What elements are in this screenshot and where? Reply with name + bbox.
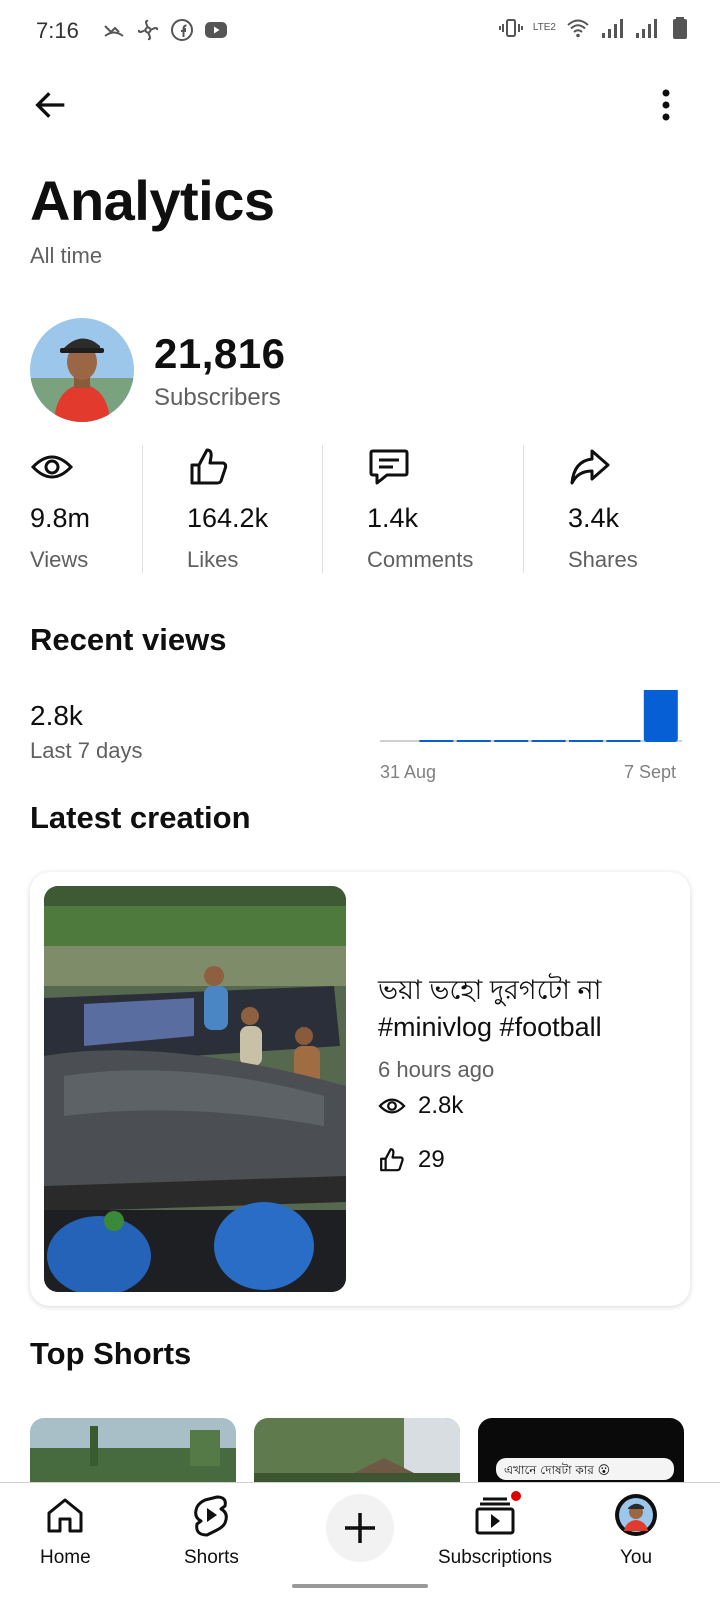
status-time: 7:16 [36,18,79,43]
video-thumbnail[interactable] [44,886,346,1292]
system-icons: LTE2 [498,16,692,40]
chart-bar[interactable] [456,740,491,742]
nav-home[interactable]: Home [40,1491,91,1569]
more-vertical-icon [662,89,670,121]
nav-subscriptions-label: Subscriptions [438,1547,553,1568]
nav-shorts[interactable]: Shorts [184,1491,239,1569]
page-title: Analytics [30,169,275,232]
plus-icon [345,1513,375,1543]
stat-divider [523,445,524,573]
latest-creation-title: Latest creation [30,800,251,835]
subscriber-count: 21,816 [154,330,286,377]
video-views-value: 2.8k [418,1092,464,1119]
thumbs-up-icon [190,448,228,485]
short-caption: এখানে দোষটা কার 😮 [504,1463,611,1477]
create-button[interactable] [326,1494,394,1562]
stats-row: 9.8m Views 164.2k Likes 1.4k Comments 3.… [0,445,720,575]
video-views-stat: 2.8k [378,1092,463,1120]
volte-indicator: LTE2 [532,22,556,33]
video-likes-value: 29 [418,1146,445,1173]
chart-bar[interactable] [643,690,678,742]
chart-bar[interactable] [494,740,529,742]
chart-bar[interactable] [419,740,454,742]
facebook-icon [171,19,193,41]
top-shorts-list: এখানে দোষটা কার 😮 [30,1418,720,1482]
signal-icon-1 [602,19,623,38]
battery-icon [673,17,687,39]
stat-value: 1.4k [367,503,419,533]
stat-value: 164.2k [187,503,269,533]
pinwheel-icon [137,19,159,41]
stat-label: Shares [568,547,638,572]
chart-start-date: 31 Aug [380,762,437,782]
wifi-icon [567,19,589,38]
back-button[interactable] [28,82,74,128]
nav-home-label: Home [40,1547,91,1568]
stat-divider [142,445,143,573]
eye-icon [378,1098,406,1114]
latest-creation-card[interactable]: ভয়া ভহো দুরগটো না #minivlog #football 6… [30,872,690,1306]
chart-bar[interactable] [569,740,603,742]
stat-label: Views [30,547,89,572]
youtube-icon [205,22,227,38]
stat-divider [322,445,323,573]
nav-subscriptions[interactable]: Subscriptions [438,1489,553,1569]
recent-views-title: Recent views [30,622,227,657]
short-thumbnail[interactable] [30,1418,236,1482]
signal-icon-2 [636,19,657,38]
channel-avatar [30,318,134,422]
nav-shorts-label: Shorts [184,1547,239,1568]
nav-you[interactable]: You [612,1491,660,1569]
shorts-icon [194,1495,229,1537]
nav-you-label: You [619,1547,653,1568]
missed-call-icon [104,25,124,37]
thumbs-up-icon [380,1148,404,1172]
stat-value: 3.4k [568,503,620,533]
chart-bar[interactable] [531,740,566,742]
status-bar: 7:16 LTE2 [0,0,720,60]
avatar [615,1494,657,1536]
notification-icons [102,18,228,42]
short-thumbnail[interactable]: এখানে দোষটা কার 😮 [478,1418,684,1482]
gesture-navigation-bar[interactable] [292,1584,428,1588]
stat-value: 9.8m [30,503,91,533]
time-range-label: All time [30,243,103,268]
video-likes-stat: 29 [378,1146,445,1174]
video-published-time: 6 hours ago [378,1057,495,1082]
recent-views-chart[interactable] [380,690,690,800]
arrow-back-icon [35,92,65,118]
more-options-button[interactable] [648,82,684,128]
eye-icon [30,455,74,479]
vibrate-icon [498,19,523,37]
top-shorts-title: Top Shorts [30,1336,192,1371]
home-icon [47,1498,83,1533]
notification-dot [509,1489,524,1503]
recent-views-value: 2.8k [30,700,83,731]
stat-label: Likes [187,547,239,572]
chart-end-date: 7 Sept [624,762,677,782]
share-icon [570,449,610,485]
subscriber-label: Subscribers [154,384,281,411]
recent-views-period: Last 7 days [30,738,143,763]
chart-bar[interactable] [606,740,641,742]
short-thumbnail[interactable] [254,1418,460,1482]
video-title[interactable]: ভয়া ভহো দুরগটো না #minivlog #football [378,972,678,1046]
stat-label: Comments [367,547,474,572]
comment-icon [369,449,409,485]
